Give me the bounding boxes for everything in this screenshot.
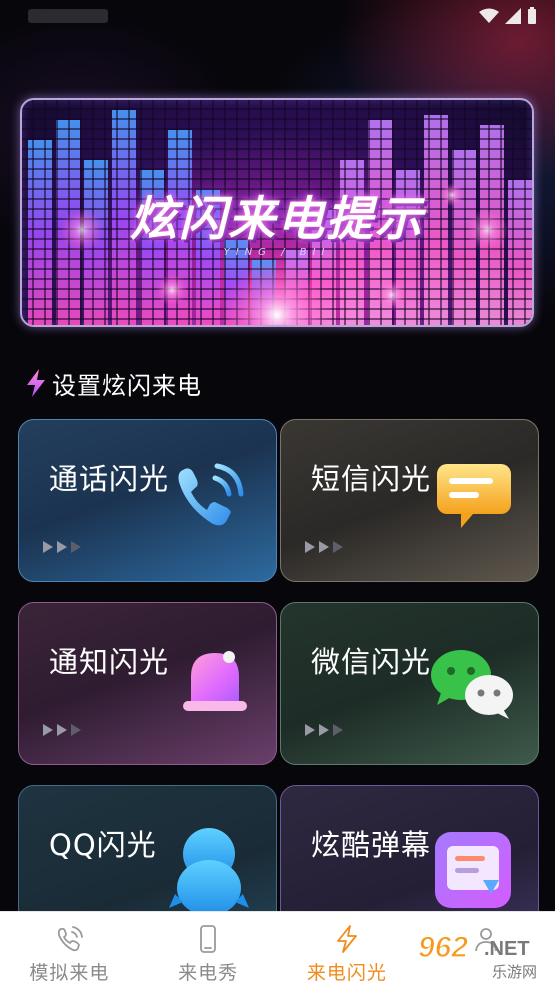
section-header: 设置炫闪来电 [24,366,202,400]
lightning-icon [336,925,357,953]
card-label: 通知闪光 [49,645,170,679]
arrows-indicator [305,541,343,553]
arrows-indicator [43,724,81,736]
svg-text:乐游网: 乐游网 [492,963,537,981]
phone-wave-icon [58,926,84,952]
banner-subtitle: YING / BII [223,247,331,258]
banner-title: 炫闪来电提示 [130,192,424,247]
card-call-flash[interactable]: 通话闪光 [18,419,277,582]
wifi-icon [479,8,499,23]
lightning-icon [27,369,45,397]
nav-item-simulated-call[interactable]: 模拟来电 [0,912,139,986]
hero-banner[interactable]: 炫闪来电提示 YING / BII [20,98,534,327]
wechat-icon [431,650,513,719]
phone-call-icon [178,463,244,526]
bell-icon [183,651,247,711]
watermark-graphic: 962 .NET 乐游网 [417,930,537,981]
card-label: QQ闪光 [49,828,157,862]
card-label: 炫酷弹幕 [311,828,432,862]
card-label: 短信闪光 [311,462,432,496]
qq-penguin-icon [169,828,249,916]
signal-icon [505,8,521,24]
nav-item-call-show[interactable]: 来电秀 [139,912,278,986]
svg-text:962: 962 [418,931,468,964]
nav-label: 来电闪光 [306,962,387,984]
arrows-indicator [305,724,343,736]
sms-bubble-icon [437,464,511,528]
danmaku-icon [435,832,511,908]
status-icons [479,7,537,25]
mobile-phone-icon [200,925,217,953]
battery-icon [528,7,536,24]
arrows-indicator [43,541,81,553]
card-label: 微信闪光 [311,645,432,679]
section-title: 设置炫闪来电 [52,371,202,400]
status-bar [0,0,555,34]
watermark-logo: 962 .NET 乐游网 [414,925,552,981]
card-sms-flash[interactable]: 短信闪光 [280,419,539,582]
card-wechat-flash[interactable]: 微信闪光 [280,602,539,765]
nav-label: 来电秀 [178,962,239,984]
nav-item-call-flash[interactable]: 来电闪光 [278,912,417,986]
nav-label: 模拟来电 [29,962,110,984]
card-label: 通话闪光 [49,462,170,496]
svg-text:.NET: .NET [484,938,530,960]
status-bar-left [28,9,108,23]
card-notification-flash[interactable]: 通知闪光 [18,602,277,765]
